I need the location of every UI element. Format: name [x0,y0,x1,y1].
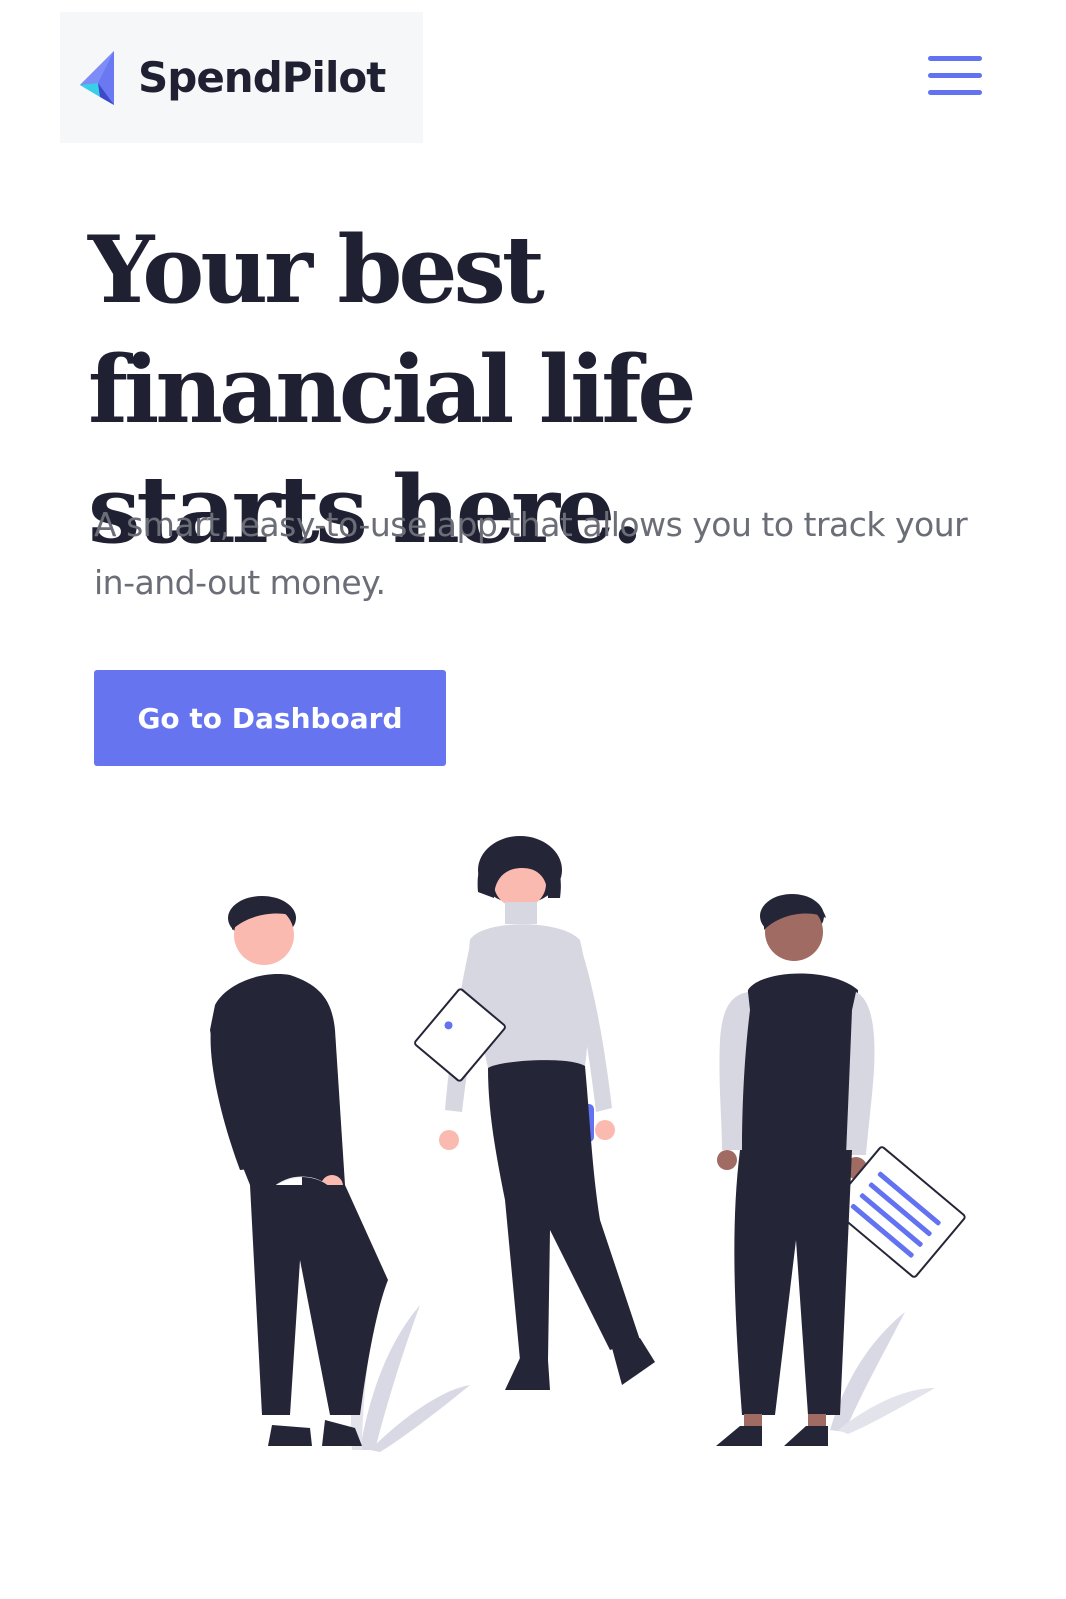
brand-logo-link[interactable]: SpendPilot [60,12,423,143]
paper-plane-logo-icon [80,50,114,105]
hamburger-menu-icon [928,56,982,61]
hamburger-menu-button[interactable] [926,52,984,104]
go-to-dashboard-button[interactable]: Go to Dashboard [94,670,446,766]
hamburger-menu-icon-line [928,90,982,95]
person-left [210,896,388,1446]
hero-subtitle: A smart, easy-to-use app that allows you… [94,505,968,602]
site-header: SpendPilot [0,0,1066,160]
person-right [716,894,966,1446]
person-middle [414,836,655,1390]
team-illustration [210,836,966,1452]
hamburger-menu-icon-line [928,73,982,78]
brand-name: SpendPilot [138,53,386,102]
plant-right [830,1312,935,1434]
